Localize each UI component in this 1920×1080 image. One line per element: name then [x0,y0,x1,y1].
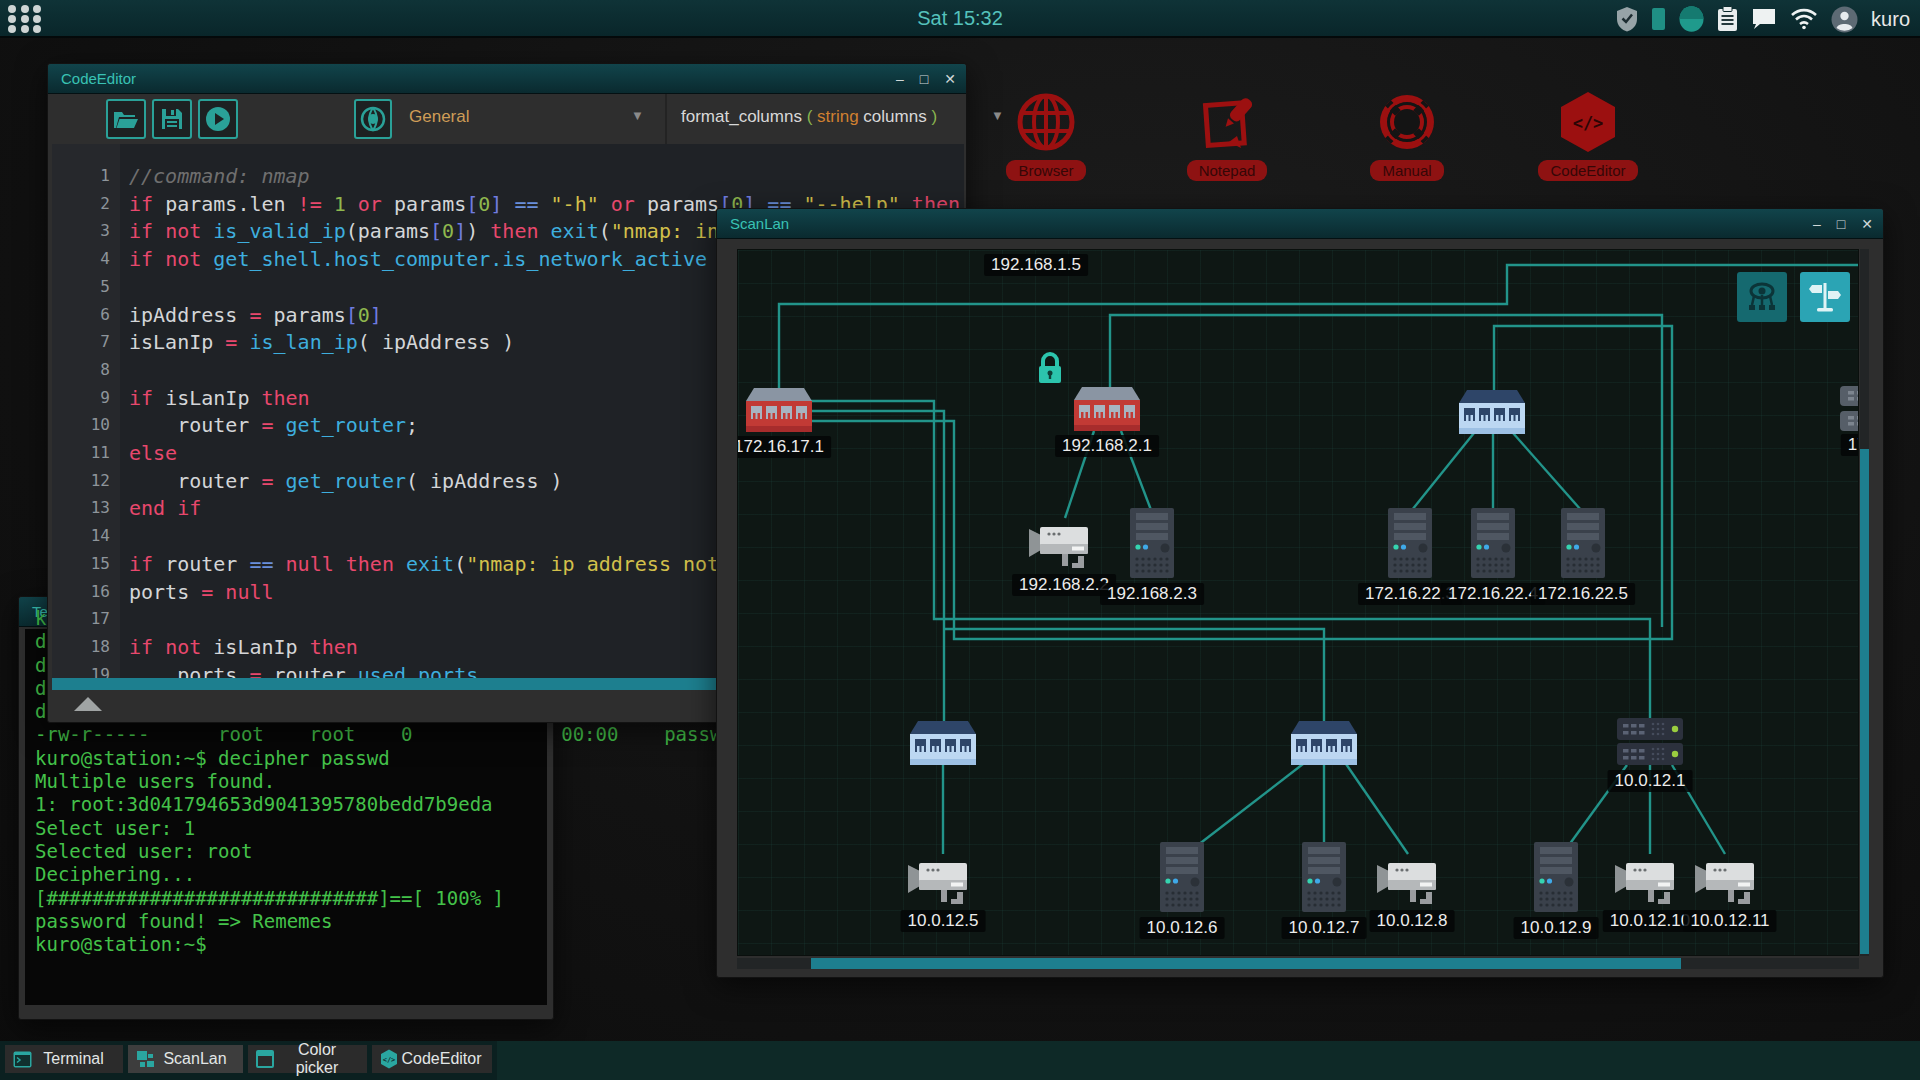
computer-node[interactable] [1471,508,1515,578]
terminal-icon [12,1049,32,1069]
code-editor-titlebar[interactable]: CodeEditor – □ ✕ [48,64,966,94]
scan-agent-button[interactable] [1737,272,1787,322]
run-script-button[interactable] [198,99,238,139]
shield-check-icon [1616,6,1638,32]
desktop-icon-notepad[interactable]: Notepad [1167,88,1287,181]
node-ip-label: 172.16.17.1 [737,436,831,458]
open-file-button[interactable] [106,99,146,139]
status-circle-icon [1679,6,1704,32]
hexcode-icon: </> [379,1049,399,1069]
scanlan-title: ScanLan [730,215,789,232]
code-editor-toolbar: General ▼ format_columns ( string column… [48,94,966,144]
network-switch[interactable] [910,721,976,765]
battery-icon [1651,7,1666,31]
username: kuro [1871,8,1910,31]
taskbar-item-scanlan[interactable]: ScanLan [128,1045,243,1073]
node-ip-label: 192.168.2.1 [1055,435,1159,457]
network-switch[interactable] [1074,387,1140,431]
save-file-button[interactable] [152,99,192,139]
desktop-icon-browser[interactable]: Browser [986,88,1106,181]
network-map[interactable]: 192.168.1.5 172.16.17.1 192.168.2.1 172 192.… [737,249,1859,956]
node-ip-label: 172.16.22.5 [1531,583,1635,605]
computer-node[interactable] [1130,508,1174,578]
minimize-button[interactable]: – [896,71,904,87]
network-switch[interactable] [746,388,812,432]
hexcode-icon: </> [1528,88,1648,156]
camera-node[interactable] [1377,863,1436,904]
taskbar: TerminalScanLanColor picker</>CodeEditor [0,1041,1920,1080]
function-dropdown[interactable]: format_columns ( string columns ) [681,107,937,127]
node-ip-label: 10.0.12.5 [901,910,986,932]
scroll-up-arrow[interactable] [74,697,102,711]
scope-icon [354,99,392,139]
maximize-button[interactable]: □ [920,71,928,87]
network-switch[interactable] [1291,721,1357,765]
scanlan-titlebar[interactable]: ScanLan – □ ✕ [717,209,1883,239]
avatar-icon[interactable] [1831,6,1858,33]
computer-node[interactable] [1388,508,1432,578]
chevron-down-icon: ▼ [631,108,644,123]
close-button[interactable]: ✕ [944,71,956,87]
computer-node[interactable] [1160,842,1204,912]
wifi-icon [1790,8,1818,30]
node-ip-label: 192.168.1.5 [984,254,1088,276]
desktop-icon-manual[interactable]: Manual [1347,88,1467,181]
computer-node[interactable] [1534,842,1578,912]
chat-icon [1751,7,1777,31]
camera-node[interactable] [1695,863,1754,904]
node-ip-label: 10.0.12.7 [1282,917,1367,939]
scanlan-icon [135,1049,155,1069]
desktop-icon-label: Notepad [1187,160,1268,181]
svg-text:</>: </> [383,1056,396,1064]
node-ip-label: 10.0.12.11 [1683,910,1776,932]
node-ip-label: 172.16.22.4 [1441,583,1545,605]
node-ip-label: 10.0.12.6 [1140,917,1225,939]
node-ip-label: 192.168.2.3 [1100,583,1204,605]
camera-node[interactable] [908,863,967,904]
camera-node[interactable] [1615,863,1674,904]
system-tray: kuro [1616,0,1910,38]
globe-icon [986,88,1106,156]
partial-device-node[interactable] [1840,386,1859,431]
node-ip-label: 10.0.12.8 [1370,910,1455,932]
desktop-icon-label: CodeEditor [1538,160,1637,181]
computer-node[interactable] [1302,842,1346,912]
scanlan-window[interactable]: ScanLan – □ ✕ 192.168.1.5172.16.17.1192.… [716,208,1884,978]
camera-node[interactable] [1029,527,1088,568]
close-button[interactable]: ✕ [1861,216,1873,232]
svg-text:</>: </> [1573,113,1604,133]
top-bar: Sat 15:32 kuro [0,0,1920,38]
minimize-button[interactable]: – [1813,216,1821,232]
node-ip-label: 10.0.12.9 [1514,917,1599,939]
code-editor-title: CodeEditor [61,70,136,87]
notepad-icon [1167,88,1287,156]
taskbar-item-color-picker[interactable]: Color picker [248,1045,367,1073]
clipboard-icon [1717,6,1738,32]
map-horizontal-scrollbar[interactable] [737,958,1859,969]
taskbar-item-codeeditor[interactable]: </>CodeEditor [372,1045,492,1073]
lock-icon [1039,354,1061,383]
node-ip-label: 10.0.12.1 [1608,770,1693,792]
maximize-button[interactable]: □ [1837,216,1845,232]
colorpicker-icon [255,1049,275,1069]
desktop-icon-label: Manual [1370,160,1443,181]
desktop-icon-codeeditor[interactable]: </> CodeEditor [1528,88,1648,181]
chevron-down-icon: ▼ [991,108,1004,123]
scope-dropdown[interactable]: General [409,107,469,127]
route-filter-button[interactable] [1800,272,1850,322]
desktop-icon-label: Browser [1006,160,1085,181]
node-ip-label: 172 [1841,434,1859,456]
computer-node[interactable] [1561,508,1605,578]
vertical-scrollbar[interactable] [1860,249,1869,956]
server-node[interactable] [1617,718,1683,765]
taskbar-item-terminal[interactable]: Terminal [5,1045,123,1073]
lifebuoy-icon [1347,88,1467,156]
network-switch[interactable] [1459,390,1525,434]
code-line-1: 1//command: nmap [52,162,964,190]
